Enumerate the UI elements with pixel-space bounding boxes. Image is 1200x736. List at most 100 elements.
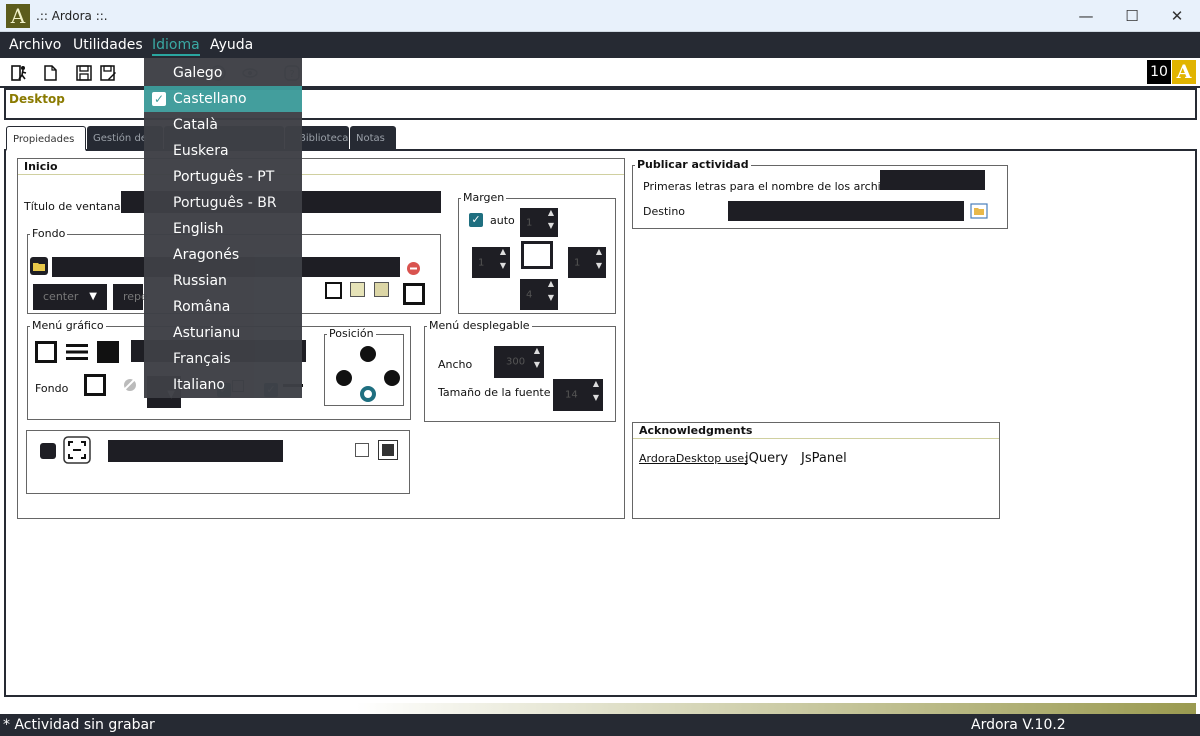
stepper-down-icon[interactable]: ▼ [530,361,544,377]
close-button[interactable]: ✕ [1154,4,1200,28]
folder-icon[interactable] [970,202,988,220]
menu-ayuda[interactable]: Ayuda [210,36,253,56]
destino-label: Destino [643,205,686,218]
fondo-legend: Fondo [30,227,68,241]
language-item-catala[interactable]: Català [144,112,302,138]
stepper-down-icon[interactable]: ▼ [544,293,558,310]
margin-bottom-stepper[interactable]: 4 ▲ ▼ [520,279,558,310]
language-item-castellano-label: Castellano [173,91,247,107]
language-item-romana[interactable]: Româna [144,294,302,320]
language-item-aragones[interactable]: Aragonés [144,242,302,268]
title-bar: A .:: Ardora ::. — ☐ ✕ [0,0,1200,32]
menu-idioma[interactable]: Idioma [152,36,200,56]
margin-right-value: 1 [574,257,581,268]
background-align-select[interactable]: center ▼ [33,284,107,310]
margin-left-value: 1 [478,257,485,268]
progress-strip [0,703,1200,714]
exit-icon[interactable] [11,64,29,82]
window-title: .:: Ardora ::. [36,9,108,23]
position-top-radio[interactable] [360,346,376,362]
menu-utilidades[interactable]: Utilidades [73,36,143,56]
ack-link-jquery[interactable]: jQuery [745,451,788,466]
language-item-asturianu[interactable]: Asturianu [144,320,302,346]
stepper-down-icon[interactable]: ▼ [496,261,510,278]
menu-fondo-label: Fondo [35,382,69,395]
language-item-castellano[interactable]: ✓ Castellano [144,86,302,112]
save-icon[interactable] [75,64,93,82]
project-name: Desktop [9,92,65,106]
filename-label: Primeras letras para el nombre de los ar… [643,180,904,193]
margin-auto-label: auto [490,214,515,227]
language-item-portugues-pt[interactable]: Português - PT [144,164,302,190]
background-repeat-select[interactable]: repe [113,284,148,310]
position-right-radio[interactable] [384,370,400,386]
margin-top-value: 1 [526,217,533,228]
fullscreen-icon[interactable] [63,436,91,464]
tab-notas[interactable]: Notas [350,126,396,151]
acknowledgments-panel: Acknowledgments [632,422,1000,519]
ack-link-jspanel[interactable]: JsPanel [801,451,847,466]
language-item-english[interactable]: English [144,216,302,242]
margen-legend: Margen [461,191,507,205]
status-version: Ardora V.10.2 [971,717,1066,733]
ancho-label: Ancho [438,358,473,371]
ardora-logo-icon: A [1172,60,1196,84]
margin-bottom-value: 4 [526,289,533,300]
progress-fill [356,703,1196,714]
destino-input[interactable] [728,201,964,221]
menu-width-stepper[interactable]: 300 ▲ ▼ [494,346,544,378]
language-item-euskera[interactable]: Euskera [144,138,302,164]
menu-list-icon[interactable] [66,342,88,362]
stepper-down-icon[interactable]: ▼ [589,394,603,410]
background-align-value: center [43,290,79,303]
status-bar: * Actividad sin grabar Ardora V.10.2 [0,714,1200,736]
margin-right-stepper[interactable]: 1 ▲ ▼ [568,247,606,278]
minimize-button[interactable]: — [1063,4,1109,28]
margin-auto-checkbox[interactable]: ✓ [469,213,483,227]
status-unsaved: * Actividad sin grabar [3,717,155,733]
filename-prefix-input[interactable] [880,170,985,190]
margin-left-stepper[interactable]: 1 ▲ ▼ [472,247,510,278]
font-size-stepper[interactable]: 14 ▲ ▼ [553,379,603,411]
bg-color-white-swatch[interactable] [325,282,342,299]
extra-checkbox[interactable] [355,443,369,457]
tab-propiedades[interactable]: Propiedades [6,126,86,151]
bg-border-swatch[interactable] [403,283,425,305]
margin-top-stepper[interactable]: 1 ▲ ▼ [520,208,558,237]
new-file-icon[interactable] [41,64,59,82]
posicion-legend: Posición [327,327,376,341]
menu-archivo[interactable]: Archivo [9,36,61,56]
version-badge-icon: 10 [1147,60,1171,84]
menu-fondo-swatch[interactable] [84,374,106,396]
save-as-icon[interactable] [99,64,117,82]
inicio-title: Inicio [18,159,624,175]
language-dropdown-menu: Galego ✓ Castellano Català Euskera Portug… [144,58,302,398]
acknowledgments-uses-label: ArdoraDesktop use: [639,452,748,465]
extra-color-swatch[interactable] [40,443,56,459]
menu-square-style-icon[interactable] [35,341,57,363]
extra-border-swatch[interactable] [378,440,398,460]
menu-color-black-swatch[interactable] [97,341,119,363]
remove-icon[interactable] [406,261,421,276]
language-item-francais[interactable]: Français [144,346,302,372]
font-size-value: 14 [565,389,578,401]
maximize-button[interactable]: ☐ [1109,4,1155,28]
language-item-russian[interactable]: Russian [144,268,302,294]
extra-path-input[interactable] [108,440,283,462]
position-bottom-radio-selected[interactable] [360,386,376,402]
menu-width-value: 300 [506,356,526,368]
publicar-title: Publicar actividad [635,158,751,172]
app-logo-icon: A [6,4,30,28]
stepper-down-icon[interactable]: ▼ [592,261,606,278]
position-left-radio[interactable] [336,370,352,386]
bg-color-cream-swatch[interactable] [350,282,365,297]
language-item-italiano[interactable]: Italiano [144,372,302,398]
open-folder-icon[interactable] [30,257,48,275]
opacity-icon[interactable] [123,378,137,392]
bg-color-beige-swatch[interactable] [374,282,389,297]
language-item-portugues-br[interactable]: Português - BR [144,190,302,216]
margin-preview-box [521,241,553,269]
stepper-down-icon[interactable]: ▼ [544,221,558,237]
language-item-galego[interactable]: Galego [144,60,302,86]
window-title-label: Título de ventana: [24,200,125,213]
